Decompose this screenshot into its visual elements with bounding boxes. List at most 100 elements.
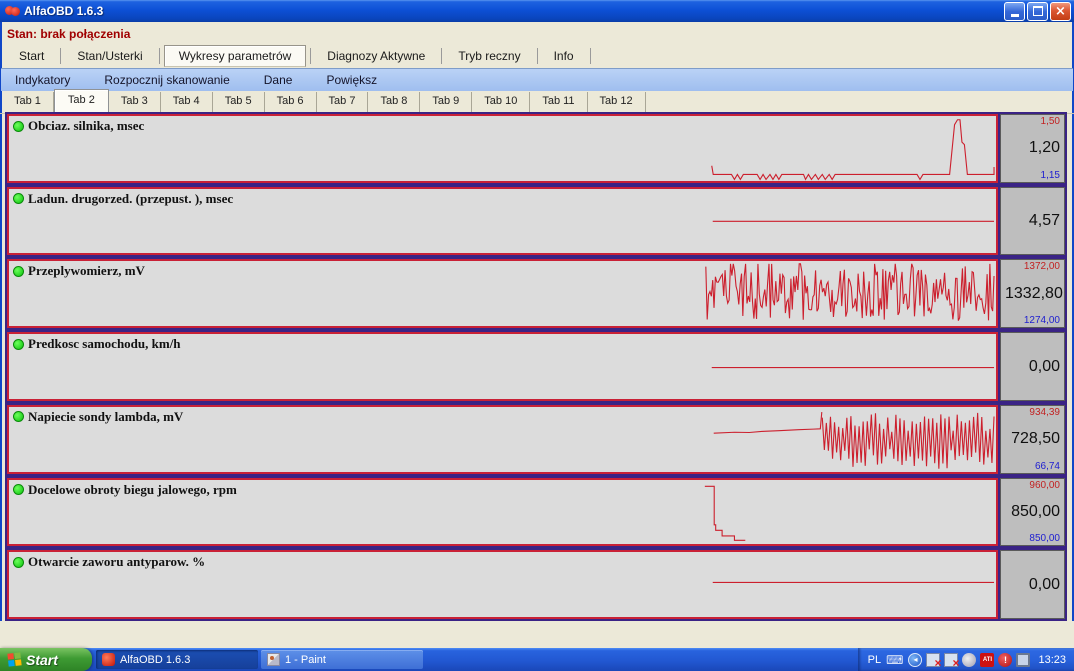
- tab-tab-8[interactable]: Tab 8: [368, 92, 420, 113]
- status-indicator-icon: [13, 411, 24, 422]
- nav-tab-stan-usterki[interactable]: Stan/Usterki: [65, 46, 154, 66]
- nav-separator: [590, 48, 591, 64]
- chart-panel-przeplywomierz-mv: Przeplywomierz, mV 1372,00 1332,80 1274,…: [5, 257, 1067, 330]
- security-tray-icon[interactable]: !: [998, 653, 1012, 667]
- tab-tab-10[interactable]: Tab 10: [472, 92, 530, 113]
- tab-tab-6[interactable]: Tab 6: [265, 92, 317, 113]
- title-bar[interactable]: AlfaOBD 1.6.3 ×: [0, 0, 1074, 22]
- menu-item-rozpocznij-skanowanie[interactable]: Rozpocznij skanowanie: [104, 73, 229, 87]
- value-box: 960,00 850,00 850,00: [1000, 476, 1067, 549]
- network-status-icon[interactable]: [926, 653, 940, 667]
- task-label: 1 - Paint: [285, 654, 326, 666]
- value-box: 934,39 728,50 66,74: [1000, 403, 1067, 476]
- max-value: 934,39: [1005, 407, 1060, 418]
- max-value: 1372,00: [1005, 261, 1060, 272]
- menu-bar: Indykatory Rozpocznij skanowanie Dane Powię…: [1, 68, 1073, 91]
- status-line: Stan: brak połączenia: [0, 22, 1074, 44]
- nav-separator: [441, 48, 442, 64]
- tab-tab-5[interactable]: Tab 5: [213, 92, 265, 113]
- min-value: [1005, 606, 1060, 617]
- alfaobd-window: AlfaOBD 1.6.3 × Stan: brak połączenia St…: [0, 0, 1074, 671]
- parameter-label: Docelowe obroty biegu jalowego, rpm: [28, 482, 237, 498]
- chart-area[interactable]: Obciaz. silnika, msec: [5, 112, 1000, 185]
- system-tray: PL ⌨ ◂ ATI! 13:23: [858, 648, 1074, 671]
- menu-item-indykatory[interactable]: Indykatory: [15, 73, 70, 87]
- signal-trace: [9, 116, 996, 181]
- panel-header: Napiecie sondy lambda, mV: [13, 409, 183, 425]
- taskbar-clock[interactable]: 13:23: [1038, 654, 1066, 666]
- nav-tab-wykresy-parametr-w[interactable]: Wykresy parametrów: [164, 45, 307, 67]
- display-settings-icon[interactable]: [1016, 653, 1030, 667]
- app-icon: [5, 4, 20, 18]
- menu-item-dane[interactable]: Dane: [264, 73, 293, 87]
- keyboard-icon[interactable]: ⌨: [886, 653, 903, 667]
- nav-separator: [159, 48, 160, 64]
- panel-header: Predkosc samochodu, km/h: [13, 336, 181, 352]
- minimize-button[interactable]: [1004, 2, 1025, 21]
- current-value: 0,00: [1005, 358, 1060, 376]
- chart-panel-docelowe-obroty-biegu-jalowego-rpm: Docelowe obroty biegu jalowego, rpm 960,…: [5, 476, 1067, 549]
- current-value: 4,57: [1005, 212, 1060, 230]
- parameter-label: Napiecie sondy lambda, mV: [28, 409, 183, 425]
- close-button[interactable]: ×: [1050, 2, 1071, 21]
- alfaobd-icon: [102, 653, 115, 666]
- status-indicator-icon: [13, 193, 24, 204]
- panel-header: Docelowe obroty biegu jalowego, rpm: [13, 482, 237, 498]
- start-button[interactable]: Start: [0, 648, 92, 671]
- taskbar: Start AlfaOBD 1.6.3 1 - Paint PL ⌨ ◂ ATI! …: [0, 648, 1074, 671]
- task-button-alfaobd-1-6-3[interactable]: AlfaOBD 1.6.3: [96, 650, 258, 669]
- parameter-label: Ladun. drugorzed. (przepust. ), msec: [28, 191, 233, 207]
- min-value: [1005, 388, 1060, 399]
- nav-tab-tryb-reczny[interactable]: Tryb reczny: [446, 46, 532, 66]
- tab-tab-1[interactable]: Tab 1: [2, 92, 54, 113]
- chart-area[interactable]: Ladun. drugorzed. (przepust. ), msec: [5, 185, 1000, 258]
- chart-area[interactable]: Predkosc samochodu, km/h: [5, 330, 1000, 403]
- chart-panel-ladun-drugorzed-przepust-msec: Ladun. drugorzed. (przepust. ), msec 4,5…: [5, 185, 1067, 258]
- chart-area[interactable]: Napiecie sondy lambda, mV: [5, 403, 1000, 476]
- tab-tab-2[interactable]: Tab 2: [54, 89, 109, 113]
- nav-separator: [60, 48, 61, 64]
- nav-tab-info[interactable]: Info: [542, 46, 586, 66]
- tab-tab-3[interactable]: Tab 3: [109, 92, 161, 113]
- task-label: AlfaOBD 1.6.3: [120, 654, 190, 666]
- chart-area[interactable]: Otwarcie zaworu antyparow. %: [5, 548, 1000, 621]
- task-button-1-paint[interactable]: 1 - Paint: [261, 650, 423, 669]
- nav-tab-diagnozy-aktywne[interactable]: Diagnozy Aktywne: [315, 46, 437, 66]
- value-box: 0,00: [1000, 548, 1067, 621]
- volume-icon[interactable]: [962, 653, 976, 667]
- language-indicator[interactable]: PL: [868, 654, 881, 666]
- tab-tab-12[interactable]: Tab 12: [588, 92, 646, 113]
- ati-tray-icon[interactable]: ATI: [980, 653, 994, 667]
- network-status-icon-2[interactable]: [944, 653, 958, 667]
- chart-panel-predkosc-samochodu-km-h: Predkosc samochodu, km/h 0,00: [5, 330, 1067, 403]
- value-box: 0,00: [1000, 330, 1067, 403]
- window-footer: [0, 621, 1074, 648]
- task-buttons: AlfaOBD 1.6.3 1 - Paint: [96, 648, 423, 671]
- hide-icons-chevron[interactable]: ◂: [908, 653, 922, 667]
- min-value: 66,74: [1005, 461, 1060, 472]
- chart-area[interactable]: Przeplywomierz, mV: [5, 257, 1000, 330]
- current-value: 850,00: [1005, 503, 1060, 521]
- tab-tab-4[interactable]: Tab 4: [161, 92, 213, 113]
- max-value: [1005, 189, 1060, 200]
- restore-button[interactable]: [1027, 2, 1048, 21]
- parameter-label: Predkosc samochodu, km/h: [28, 336, 181, 352]
- current-value: 1332,80: [1005, 285, 1060, 303]
- main-nav: Start Stan/Usterki Wykresy parametrów Diagn…: [0, 44, 1074, 67]
- tab-tab-9[interactable]: Tab 9: [420, 92, 472, 113]
- panel-header: Obciaz. silnika, msec: [13, 118, 144, 134]
- status-indicator-icon: [13, 557, 24, 568]
- chart-area[interactable]: Docelowe obroty biegu jalowego, rpm: [5, 476, 1000, 549]
- tab-tab-11[interactable]: Tab 11: [530, 92, 587, 113]
- menu-item-powi-ksz[interactable]: Powiększ: [326, 73, 377, 87]
- value-box: 1,50 1,20 1,15: [1000, 112, 1067, 185]
- min-value: 850,00: [1005, 533, 1060, 544]
- status-indicator-icon: [13, 266, 24, 277]
- min-value: [1005, 242, 1060, 253]
- chart-panel-obciaz-silnika-msec: Obciaz. silnika, msec 1,50 1,20 1,15: [5, 112, 1067, 185]
- nav-tab-start[interactable]: Start: [7, 46, 56, 66]
- current-value: 1,20: [1005, 139, 1060, 157]
- tab-tab-7[interactable]: Tab 7: [317, 92, 369, 113]
- max-value: [1005, 334, 1060, 345]
- status-indicator-icon: [13, 121, 24, 132]
